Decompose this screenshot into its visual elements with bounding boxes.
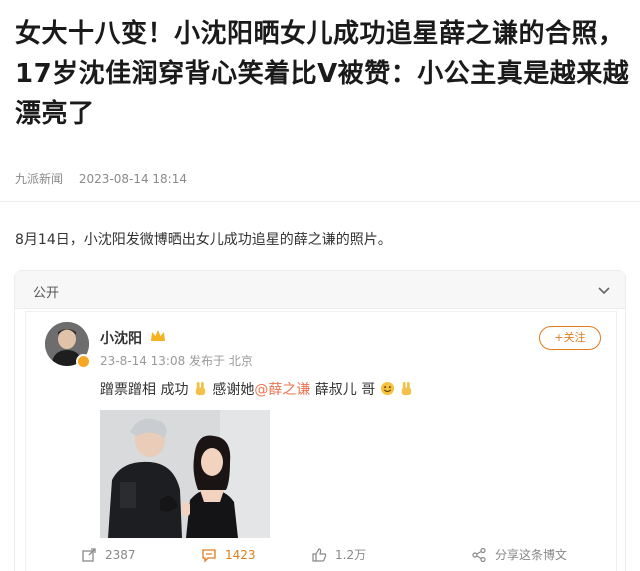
share-post-action[interactable]: 分享这条博文 xyxy=(471,540,567,570)
like-action[interactable]: 1.2万 xyxy=(311,540,366,570)
comment-count: 1423 xyxy=(225,548,256,562)
share-post-label: 分享这条博文 xyxy=(495,548,568,562)
card-header[interactable]: 公开 xyxy=(15,271,625,309)
share-count: 2387 xyxy=(105,548,136,562)
share-nodes-icon xyxy=(472,547,486,563)
publish-date: 2023-08-14 18:14 xyxy=(78,172,187,186)
share-icon xyxy=(82,548,96,562)
v-badge-icon xyxy=(76,354,91,369)
like-count: 1.2万 xyxy=(335,548,367,562)
divider xyxy=(0,201,640,202)
thumbs-up-icon xyxy=(312,548,327,562)
weibo-embed-card: 公开 小沈阳 23-8-14 13:08 发布于 北京 +关注 蹭票蹭相 成功 xyxy=(14,270,626,571)
visibility-label: 公开 xyxy=(33,286,60,301)
article-paragraph: 8月14日，小沈阳发微博晒出女儿成功追星的薛之谦的照片。 xyxy=(15,232,392,248)
share-action[interactable]: 2387 xyxy=(81,540,136,570)
source-name[interactable]: 九派新闻 xyxy=(15,172,63,186)
weibo-post: 小沈阳 23-8-14 13:08 发布于 北京 +关注 蹭票蹭相 成功 感谢她… xyxy=(25,311,617,571)
post-text: 蹭票蹭相 成功 感谢她@薛之谦 薛叔儿 哥 xyxy=(100,379,414,399)
victory-hand-emoji-icon xyxy=(195,381,206,396)
username[interactable]: 小沈阳 xyxy=(100,328,142,348)
post-text-part: 感谢她 xyxy=(212,382,255,398)
post-text-part: 蹭票蹭相 成功 xyxy=(100,382,189,398)
chevron-down-icon[interactable] xyxy=(597,283,611,297)
crown-icon xyxy=(151,330,165,341)
post-text-part: 薛叔儿 哥 xyxy=(310,382,376,398)
mention-link[interactable]: @薛之谦 xyxy=(254,382,310,398)
grinning-face-emoji-icon xyxy=(380,381,394,396)
article-meta: 九派新闻 2023-08-14 18:14 xyxy=(15,170,187,187)
post-meta: 23-8-14 13:08 发布于 北京 xyxy=(100,354,253,368)
comment-action[interactable]: 1423 xyxy=(201,540,256,570)
post-actions: 2387 1423 1.2万 分享这条博文 xyxy=(26,540,616,570)
follow-button[interactable]: +关注 xyxy=(539,326,601,350)
article-headline: 女大十八变！小沈阳晒女儿成功追星薛之谦的合照，17岁沈佳润穿背心笑着比V被赞：小… xyxy=(15,19,630,129)
comment-icon xyxy=(202,549,216,563)
victory-hand-emoji-icon xyxy=(401,381,412,396)
post-photo[interactable] xyxy=(100,410,270,538)
